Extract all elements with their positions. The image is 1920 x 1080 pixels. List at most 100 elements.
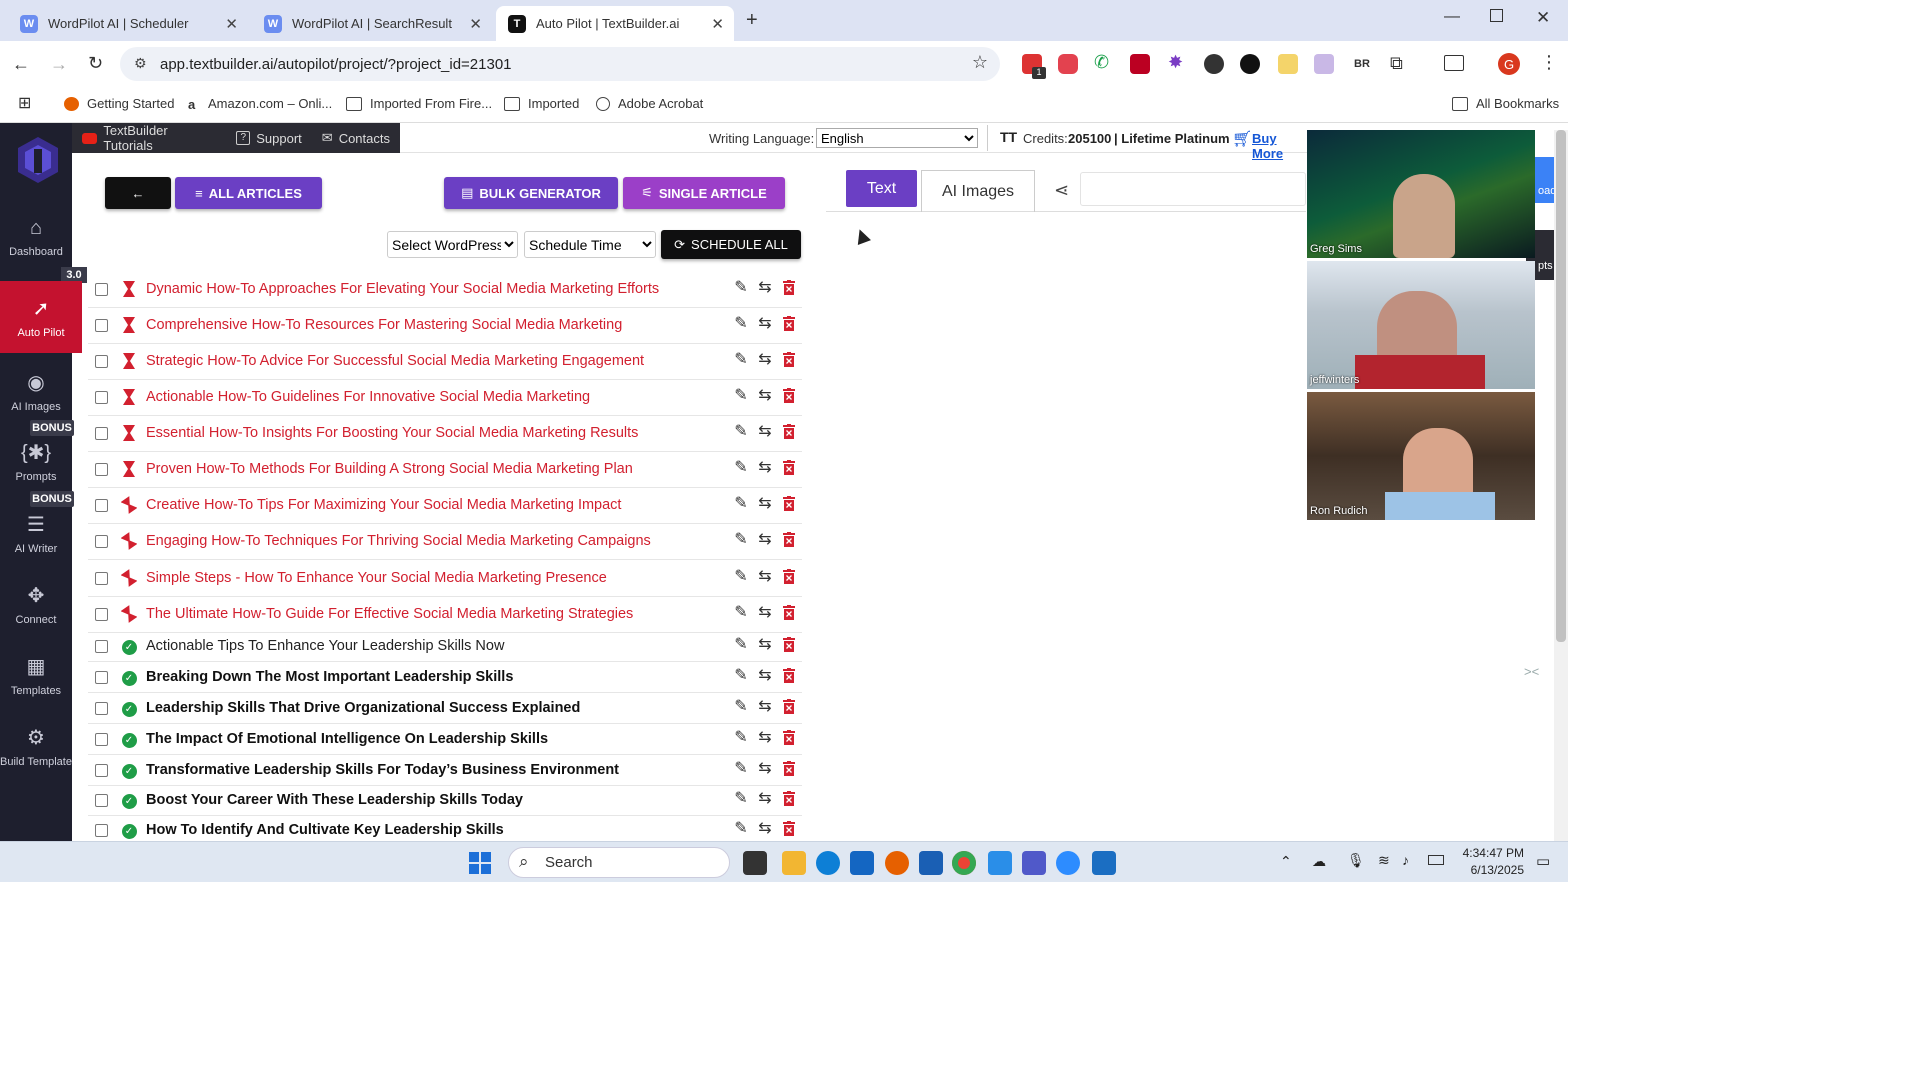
phone-icon[interactable]: ✆	[1094, 52, 1114, 72]
article-title[interactable]: Simple Steps - How To Enhance Your Socia…	[146, 570, 607, 586]
sidebar-item-auto-pilot[interactable]: ➚ Auto Pilot	[0, 281, 82, 353]
windows-start-icon[interactable]	[469, 852, 491, 874]
article-checkbox[interactable]	[95, 640, 108, 653]
teams-icon[interactable]	[1022, 851, 1046, 875]
repeat-icon[interactable]: ⇆	[756, 728, 774, 746]
writing-language-select[interactable]: English	[816, 128, 978, 148]
edit-pencil-icon[interactable]: ✎	[732, 422, 750, 440]
article-checkbox[interactable]	[95, 463, 108, 476]
sidebar-item-prompts[interactable]: {✱} Prompts	[0, 425, 72, 497]
support-link[interactable]: ? Support	[226, 131, 312, 146]
article-row[interactable]: ✓ Boost Your Career With These Leadership…	[88, 786, 802, 816]
article-checkbox[interactable]	[95, 794, 108, 807]
delete-icon[interactable]	[780, 789, 798, 807]
edit-pencil-icon[interactable]: ✎	[732, 635, 750, 653]
volume-icon[interactable]: ♪	[1402, 852, 1409, 868]
delete-icon[interactable]	[780, 819, 798, 837]
bookmark-adobe-acrobat[interactable]: Adobe Acrobat	[596, 96, 703, 111]
edit-pencil-icon[interactable]: ✎	[732, 567, 750, 585]
bookmark-amazon[interactable]: a Amazon.com – Onli...	[188, 96, 332, 112]
delete-icon[interactable]	[780, 314, 798, 332]
repeat-icon[interactable]: ⇆	[756, 635, 774, 653]
tab-search-icon[interactable]	[1444, 55, 1464, 71]
article-row[interactable]: ✓ Breaking Down The Most Important Leader…	[88, 662, 802, 693]
article-checkbox[interactable]	[95, 283, 108, 296]
article-checkbox[interactable]	[95, 499, 108, 512]
article-title[interactable]: Proven How-To Methods For Building A Str…	[146, 461, 633, 477]
repeat-icon[interactable]: ⇆	[756, 422, 774, 440]
delete-icon[interactable]	[780, 530, 798, 548]
article-row[interactable]: The Ultimate How-To Guide For Effective …	[88, 597, 802, 633]
delete-icon[interactable]	[780, 567, 798, 585]
article-title[interactable]: The Impact Of Emotional Intelligence On …	[146, 731, 548, 747]
bookmark-getting-started[interactable]: Getting Started	[64, 96, 174, 111]
clock-time[interactable]: 4:34:47 PM	[1460, 846, 1524, 860]
article-row[interactable]: Actionable How-To Guidelines For Innovat…	[88, 380, 802, 416]
delete-icon[interactable]	[780, 278, 798, 296]
tray-chevron-icon[interactable]: ⌃	[1280, 853, 1292, 870]
taskbar-search[interactable]: ⌕ Search	[508, 847, 730, 878]
site-settings-icon[interactable]: ⚙	[134, 55, 147, 72]
sidebar-item-connect[interactable]: ✥ Connect	[0, 568, 72, 640]
article-row[interactable]: Comprehensive How-To Resources For Maste…	[88, 308, 802, 344]
article-row[interactable]: ✓ Leadership Skills That Drive Organizati…	[88, 693, 802, 724]
outlook-classic-icon[interactable]	[919, 851, 943, 875]
article-row[interactable]: Essential How-To Insights For Boosting Y…	[88, 416, 802, 452]
extension-dark-icon[interactable]	[1240, 54, 1260, 74]
zoom-icon[interactable]	[1056, 851, 1080, 875]
select-wordpress-dropdown[interactable]: Select WordPress	[387, 231, 518, 258]
edit-pencil-icon[interactable]: ✎	[732, 728, 750, 746]
article-checkbox[interactable]	[95, 572, 108, 585]
onedrive-icon[interactable]: ☁	[1312, 853, 1326, 870]
sidebar-item-ai-writer[interactable]: ☰ AI Writer	[0, 497, 72, 569]
article-checkbox[interactable]	[95, 427, 108, 440]
extension-circle-icon[interactable]	[1204, 54, 1224, 74]
repeat-icon[interactable]: ⇆	[756, 603, 774, 621]
article-row[interactable]: Strategic How-To Advice For Successful S…	[88, 344, 802, 380]
edit-pencil-icon[interactable]: ✎	[732, 494, 750, 512]
new-tab-icon[interactable]: +	[746, 9, 758, 32]
back-arrow-icon[interactable]: ←	[12, 54, 30, 75]
share-icon[interactable]: ⋖	[1054, 180, 1069, 201]
video-tile[interactable]: jeffwinters	[1307, 261, 1535, 389]
delete-icon[interactable]	[780, 422, 798, 440]
tab-ai-images[interactable]: AI Images	[921, 170, 1035, 212]
article-checkbox[interactable]	[95, 319, 108, 332]
page-scrollbar[interactable]	[1554, 130, 1568, 841]
article-checkbox[interactable]	[95, 824, 108, 837]
battery-icon[interactable]	[1428, 855, 1444, 865]
repeat-icon[interactable]: ⇆	[756, 494, 774, 512]
article-title[interactable]: Comprehensive How-To Resources For Maste…	[146, 317, 622, 333]
repeat-icon[interactable]: ⇆	[756, 278, 774, 296]
close-icon[interactable]: ✕	[469, 15, 482, 33]
close-icon[interactable]: ✕	[711, 15, 724, 33]
repeat-icon[interactable]: ⇆	[756, 819, 774, 837]
profile-avatar[interactable]: G	[1498, 53, 1520, 75]
edit-pencil-icon[interactable]: ✎	[732, 697, 750, 715]
single-article-button[interactable]: ⚟ SINGLE ARTICLE	[623, 177, 785, 209]
article-title[interactable]: Creative How-To Tips For Maximizing Your…	[146, 497, 621, 513]
edit-pencil-icon[interactable]: ✎	[732, 314, 750, 332]
repeat-icon[interactable]: ⇆	[756, 458, 774, 476]
edit-pencil-icon[interactable]: ✎	[732, 278, 750, 296]
repeat-icon[interactable]: ⇆	[756, 666, 774, 684]
article-title[interactable]: Leadership Skills That Drive Organizatio…	[146, 700, 580, 716]
wifi-icon[interactable]: ≋	[1378, 852, 1390, 869]
firefox-icon[interactable]	[885, 851, 909, 875]
tab-text[interactable]: Text	[846, 170, 917, 207]
repeat-icon[interactable]: ⇆	[756, 350, 774, 368]
pocket-icon[interactable]	[1058, 54, 1078, 74]
article-checkbox[interactable]	[95, 671, 108, 684]
article-row[interactable]: ✓ The Impact Of Emotional Intelligence On…	[88, 724, 802, 755]
all-bookmarks[interactable]: All Bookmarks	[1452, 96, 1559, 111]
puzzle-star-icon[interactable]: ✸	[1168, 52, 1188, 72]
restore-icon[interactable]	[1490, 9, 1503, 22]
notepad-icon[interactable]	[1092, 851, 1116, 875]
extension-br-icon[interactable]: BR	[1354, 58, 1370, 70]
edit-pencil-icon[interactable]: ✎	[732, 458, 750, 476]
sidebar-item-build-template[interactable]: ⚙ Build Template	[0, 710, 72, 782]
article-checkbox[interactable]	[95, 764, 108, 777]
editor-search-input[interactable]	[1080, 172, 1306, 206]
bookmark-star-icon[interactable]: ☆	[972, 52, 988, 73]
delete-icon[interactable]	[780, 458, 798, 476]
